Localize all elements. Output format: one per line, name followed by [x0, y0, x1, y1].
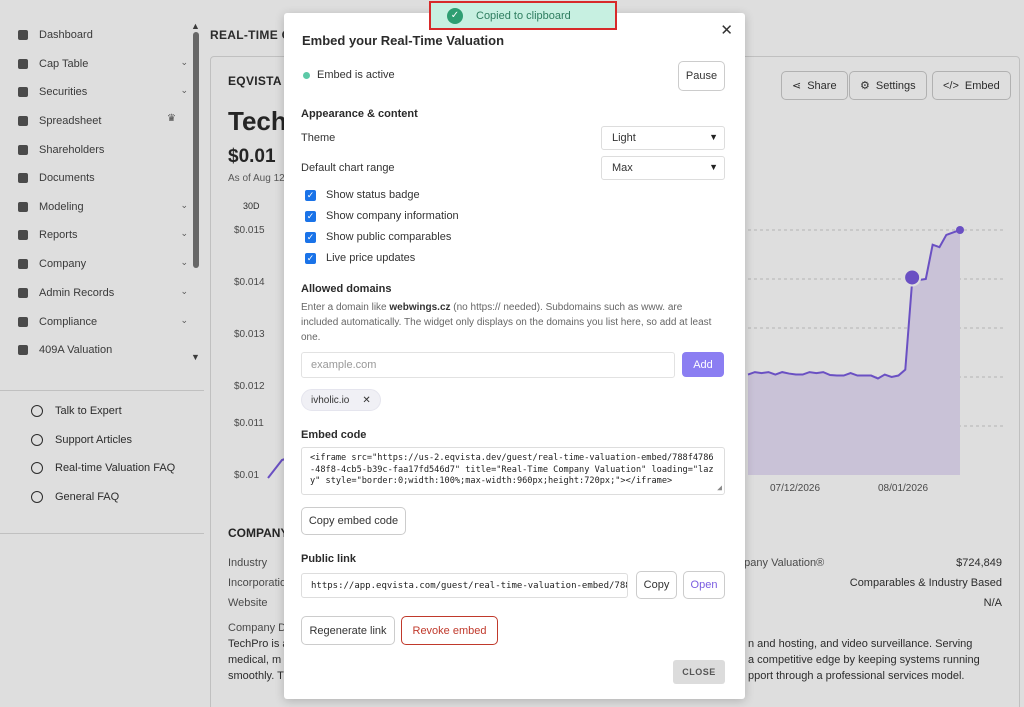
public-link-heading: Public link: [301, 553, 357, 565]
embed-modal: Embed your Real-Time Valuation ✕ Embed i…: [284, 13, 745, 699]
copy-link-button[interactable]: Copy: [636, 571, 677, 599]
embed-code-textarea[interactable]: <iframe src="https://us-2.eqvista.dev/gu…: [301, 447, 725, 495]
copied-toast: ✓ Copied to clipboard: [429, 1, 617, 30]
domain-chip: ivholic.io ✕: [301, 389, 381, 411]
checkbox-status-badge[interactable]: ✓ Show status badge: [305, 189, 420, 201]
embed-code-heading: Embed code: [301, 429, 367, 441]
check-icon[interactable]: ✓: [305, 231, 316, 243]
theme-label: Theme: [301, 132, 336, 144]
modal-title: Embed your Real-Time Valuation: [302, 33, 505, 48]
domains-help: Enter a domain like webwings.cz (no http…: [301, 302, 712, 343]
chevron-down-icon: ▼: [709, 132, 718, 142]
checkbox-company-info[interactable]: ✓ Show company information: [305, 210, 459, 222]
add-domain-button[interactable]: Add: [682, 352, 724, 377]
domain-input[interactable]: example.com: [301, 352, 675, 378]
domains-heading: Allowed domains: [301, 283, 392, 295]
public-link-field[interactable]: https://app.eqvista.com/guest/real-time-…: [301, 573, 628, 598]
theme-select[interactable]: Light ▼: [601, 126, 725, 150]
checkbox-public-comparables[interactable]: ✓ Show public comparables: [305, 231, 451, 243]
open-link-button[interactable]: Open: [683, 571, 725, 599]
close-button[interactable]: CLOSE: [673, 660, 725, 684]
pause-button[interactable]: Pause: [678, 61, 725, 91]
check-icon[interactable]: ✓: [305, 189, 316, 201]
status-dot: [303, 72, 310, 79]
regenerate-link-button[interactable]: Regenerate link: [301, 616, 395, 645]
embed-status: Embed is active: [317, 69, 395, 81]
resize-handle-icon[interactable]: ◢: [717, 482, 722, 494]
close-icon[interactable]: ✕: [720, 21, 733, 39]
range-label: Default chart range: [301, 162, 395, 174]
check-icon[interactable]: ✓: [305, 252, 316, 264]
appearance-heading: Appearance & content: [301, 108, 418, 120]
remove-icon[interactable]: ✕: [362, 395, 370, 406]
checkbox-live-updates[interactable]: ✓ Live price updates: [305, 252, 415, 264]
copy-embed-button[interactable]: Copy embed code: [301, 507, 406, 535]
check-icon[interactable]: ✓: [305, 210, 316, 222]
check-circle-icon: ✓: [447, 7, 463, 24]
chevron-down-icon: ▼: [709, 162, 718, 172]
revoke-embed-button[interactable]: Revoke embed: [401, 616, 498, 645]
range-select[interactable]: Max ▼: [601, 156, 725, 180]
